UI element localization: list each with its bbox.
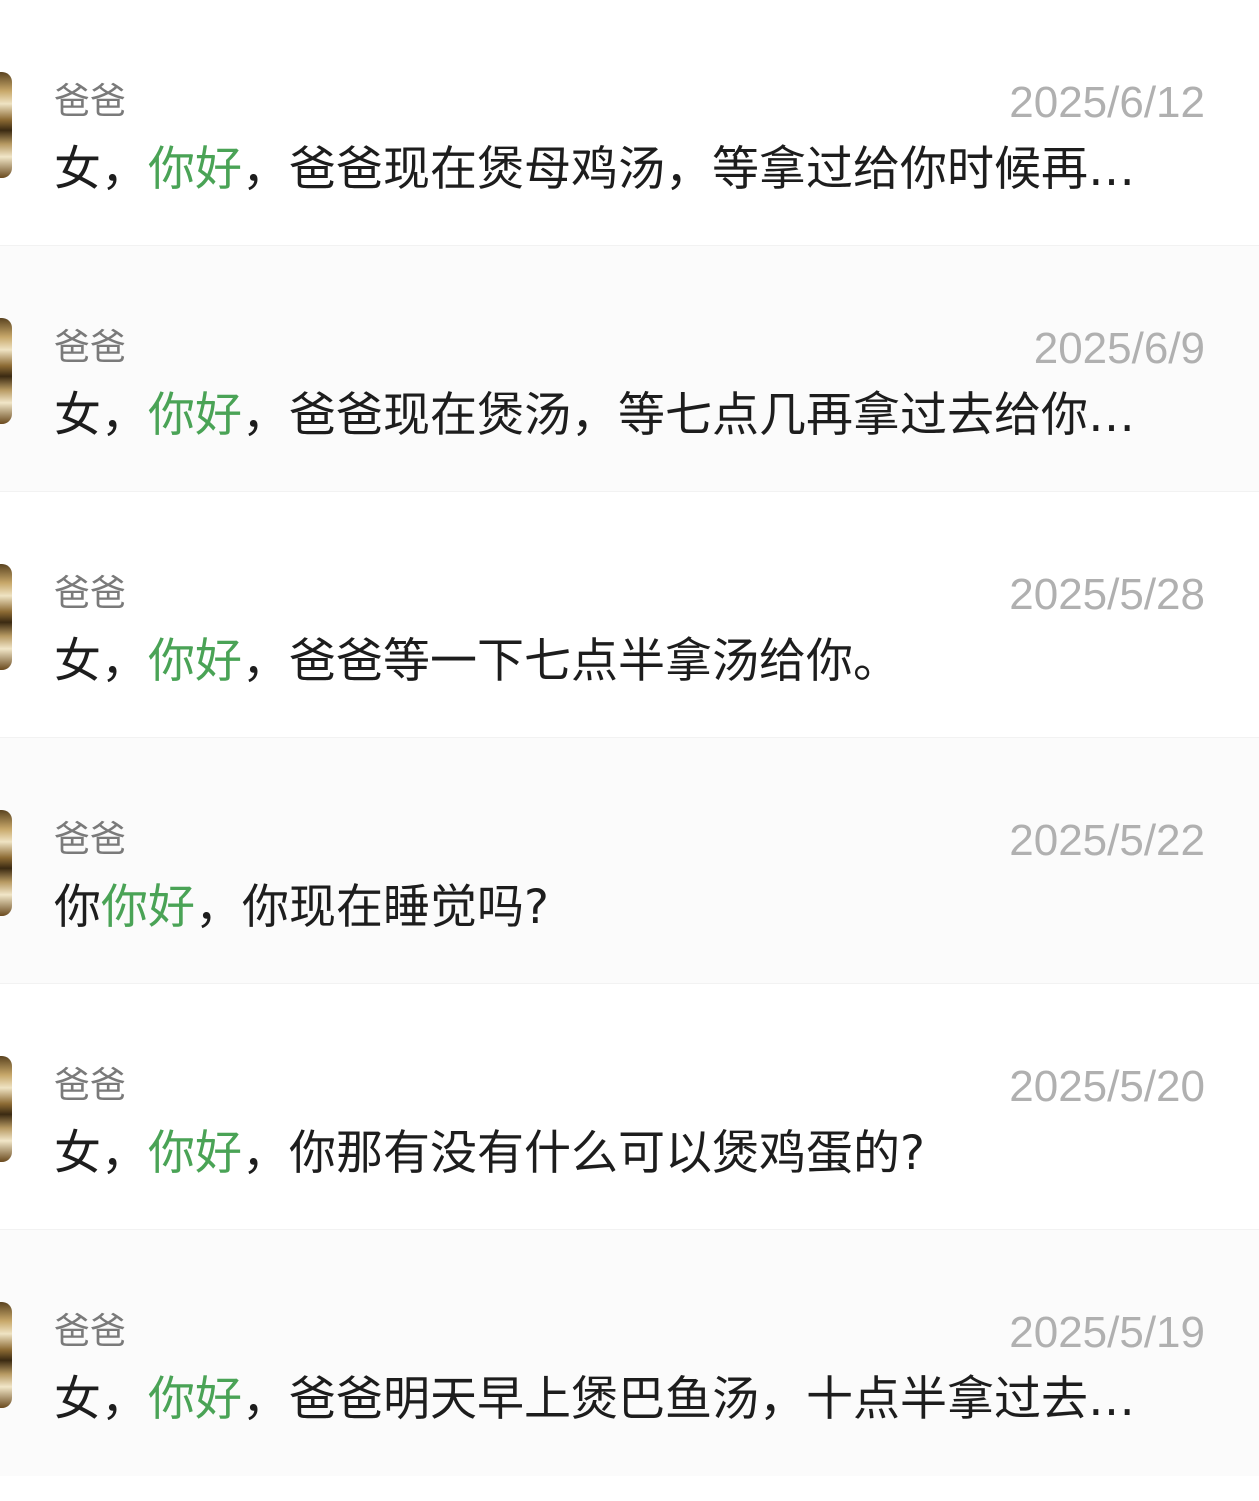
message-text: 你 [54, 880, 101, 935]
message-text: ，爸爸明天早上煲巴鱼汤，十点半拿过去… [242, 1372, 1135, 1427]
contact-avatar[interactable] [0, 72, 12, 178]
sender-name: 爸爸 [54, 1065, 127, 1106]
contact-avatar[interactable] [0, 318, 12, 424]
search-keyword-highlight: 你好 [148, 1126, 242, 1181]
search-keyword-highlight: 你好 [148, 388, 242, 443]
contact-avatar[interactable] [0, 564, 12, 670]
message-text: 女， [54, 1372, 148, 1427]
message-preview: 女，你好，爸爸现在煲汤，等七点几再拿过去给你… [54, 386, 1206, 446]
message-preview: 女，你好，爸爸明天早上煲巴鱼汤，十点半拿过去… [54, 1370, 1206, 1430]
message-date: 2025/5/19 [1009, 1308, 1205, 1357]
message-date: 2025/5/22 [1009, 816, 1205, 865]
search-keyword-highlight: 你好 [148, 1372, 242, 1427]
chat-search-result[interactable]: 爸爸 2025/5/20 女，你好，你那有没有什么可以煲鸡蛋的? [0, 984, 1259, 1230]
message-text: ，爸爸等一下七点半拿汤给你。 [242, 634, 900, 689]
chat-search-result[interactable]: 爸爸 2025/5/28 女，你好，爸爸等一下七点半拿汤给你。 [0, 492, 1259, 738]
search-keyword-highlight: 你好 [101, 880, 195, 935]
contact-avatar[interactable] [0, 810, 12, 916]
message-text: 女， [54, 388, 148, 443]
sender-name: 爸爸 [54, 819, 127, 860]
contact-avatar[interactable] [0, 1056, 12, 1162]
message-preview: 女，你好，爸爸等一下七点半拿汤给你。 [54, 632, 1206, 692]
message-date: 2025/5/20 [1009, 1062, 1205, 1111]
search-results-list: 爸爸 2025/6/12 女，你好，爸爸现在煲母鸡汤，等拿过给你时候再… 爸爸 … [0, 0, 1259, 1501]
message-text: ，爸爸现在煲母鸡汤，等拿过给你时候再… [242, 142, 1135, 197]
chat-search-result[interactable]: 爸爸 2025/6/12 女，你好，爸爸现在煲母鸡汤，等拿过给你时候再… [0, 0, 1259, 246]
sender-name: 爸爸 [54, 327, 127, 368]
search-keyword-highlight: 你好 [148, 142, 242, 197]
message-text: ，你现在睡觉吗? [195, 880, 549, 935]
chat-search-result[interactable]: 爸爸 2025/6/9 女，你好，爸爸现在煲汤，等七点几再拿过去给你… [0, 246, 1259, 492]
message-text: 女， [54, 142, 148, 197]
message-text: 女， [54, 634, 148, 689]
message-text: 女， [54, 1126, 148, 1181]
sender-name: 爸爸 [54, 1311, 127, 1352]
message-date: 2025/5/28 [1009, 570, 1205, 619]
message-preview: 女，你好，爸爸现在煲母鸡汤，等拿过给你时候再… [54, 140, 1206, 200]
sender-name: 爸爸 [54, 573, 127, 614]
chat-search-result[interactable]: 爸爸 2025/5/22 你你好，你现在睡觉吗? [0, 738, 1259, 984]
message-preview: 女，你好，你那有没有什么可以煲鸡蛋的? [54, 1124, 1206, 1184]
message-text: ，爸爸现在煲汤，等七点几再拿过去给你… [242, 388, 1135, 443]
sender-name: 爸爸 [54, 81, 127, 122]
message-text: ，你那有没有什么可以煲鸡蛋的? [242, 1126, 925, 1181]
contact-avatar[interactable] [0, 1302, 12, 1408]
chat-search-result[interactable]: 爸爸 2025/5/19 女，你好，爸爸明天早上煲巴鱼汤，十点半拿过去… [0, 1230, 1259, 1476]
message-preview: 你你好，你现在睡觉吗? [54, 878, 1206, 938]
search-keyword-highlight: 你好 [148, 634, 242, 689]
message-date: 2025/6/9 [1033, 324, 1205, 373]
message-date: 2025/6/12 [1009, 78, 1205, 127]
